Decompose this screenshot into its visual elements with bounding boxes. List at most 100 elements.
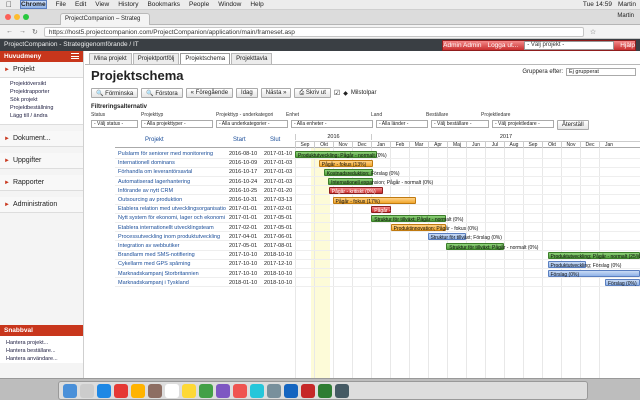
filter-projekttyp[interactable]: - Alla projekttyper - bbox=[141, 120, 213, 128]
notes-icon[interactable] bbox=[182, 384, 196, 398]
sidebar-item-projektrapporter[interactable]: Projektrapporter bbox=[0, 88, 83, 96]
safari-icon[interactable] bbox=[97, 384, 111, 398]
tab-projektportfolj[interactable]: Projektportfölj bbox=[132, 53, 180, 64]
print-button[interactable]: ⎙ Skriv ut bbox=[294, 88, 331, 98]
gantt-bar[interactable]: Struktur för tillväxt; Pågår - normalt (… bbox=[446, 242, 538, 251]
tab-projekttavla[interactable]: Projekttavla bbox=[231, 53, 273, 64]
table-row[interactable]: Integration av webbutiker 2017-05-01 2017-… bbox=[115, 242, 640, 251]
gantt-bar[interactable]: Produktutveckling; Förslag (0%) bbox=[547, 260, 621, 269]
clock[interactable]: Tue 14:59 bbox=[583, 1, 612, 8]
browser-user[interactable]: Martin bbox=[617, 13, 634, 19]
project-name[interactable]: Outsourcing av produktion bbox=[118, 197, 226, 203]
calendar-icon[interactable] bbox=[165, 384, 179, 398]
gantt-bar[interactable]: Pågår - normalt; Pågår - kritiskt (20%) bbox=[371, 205, 458, 214]
forward-icon[interactable]: → bbox=[19, 28, 26, 35]
settings-icon[interactable] bbox=[267, 384, 281, 398]
gantt-bar[interactable]: Förslag (0%) bbox=[547, 270, 640, 278]
help-link[interactable]: Hjälp bbox=[620, 42, 635, 49]
project-name[interactable]: Etablera internationellt utvecklingsteam bbox=[118, 225, 226, 231]
terminal-icon[interactable] bbox=[335, 384, 349, 398]
tab-mina-projekt[interactable]: Mina projekt bbox=[89, 53, 132, 64]
table-row[interactable]: Marknadskampanj i Tyskland 2018-01-10 2018… bbox=[115, 279, 640, 288]
filter-underkategori[interactable]: - Alla underkategorier - bbox=[216, 120, 288, 128]
shrink-button[interactable]: 🔍 Förminska bbox=[91, 88, 139, 98]
col-project[interactable]: Projekt bbox=[145, 137, 164, 143]
project-name[interactable]: Processutveckling inom produktutveckling bbox=[118, 234, 226, 240]
appstore-icon[interactable] bbox=[250, 384, 264, 398]
url-input[interactable]: https://host5.projectcompanion.com/Proje… bbox=[43, 26, 584, 37]
menu-people[interactable]: People bbox=[189, 1, 209, 8]
project-name[interactable]: Införande av nytt CRM bbox=[118, 188, 226, 194]
word-icon[interactable] bbox=[284, 384, 298, 398]
project-name[interactable]: Automatiserad lagerhantering bbox=[118, 179, 226, 185]
menu-chrome[interactable]: Chrome bbox=[20, 0, 47, 9]
milestones-checkbox[interactable]: ☑ bbox=[334, 89, 340, 97]
gantt-bar[interactable]: Internationell expansion; Pågår - normal… bbox=[328, 178, 433, 186]
gantt-bar[interactable]: Pågår - fokus (17%) bbox=[332, 196, 416, 205]
gantt-bar[interactable]: Kostnadsreduktion; Förslag (0%) bbox=[323, 168, 400, 177]
reload-icon[interactable]: ↻ bbox=[32, 28, 38, 36]
next-button[interactable]: Nästa » bbox=[260, 88, 292, 98]
user-name[interactable]: Martin bbox=[618, 1, 636, 8]
project-name[interactable]: Integration av webbutiker bbox=[118, 243, 226, 249]
photos-icon[interactable] bbox=[216, 384, 230, 398]
tab-projektschema[interactable]: Projektschema bbox=[180, 53, 231, 64]
gantt-bar[interactable]: Produktutveckling; Pågår - normalt (0%) bbox=[295, 150, 387, 159]
menu-view[interactable]: View bbox=[95, 1, 109, 8]
reset-button[interactable]: Återställ bbox=[557, 120, 589, 130]
sidebar-item-lagg-till[interactable]: Lägg till / ändra bbox=[0, 112, 83, 120]
project-name[interactable]: Etablera relation med utvecklingsorganis… bbox=[118, 206, 226, 212]
menu-history[interactable]: History bbox=[118, 1, 138, 8]
gantt-bar[interactable]: Pågår - kritiskt (0%) bbox=[328, 187, 384, 195]
project-name[interactable]: Cykellarm med GPS spårning bbox=[118, 261, 226, 267]
chrome-icon[interactable] bbox=[114, 384, 128, 398]
filter-enhet[interactable]: - Alla enheter - bbox=[291, 120, 373, 128]
table-row[interactable]: Internationell dominans 2016-10-09 2017-01… bbox=[115, 159, 640, 168]
sidebar-section-administration[interactable]: ► Administration bbox=[0, 197, 83, 213]
quick-item-anvandare[interactable]: Hantera användare... bbox=[0, 355, 83, 363]
sidebar-section-rapporter[interactable]: ► Rapporter bbox=[0, 175, 83, 191]
sidebar-item-projektbestallning[interactable]: Projektbeställning bbox=[0, 104, 83, 112]
music-icon[interactable] bbox=[233, 384, 247, 398]
star-icon[interactable]: ☆ bbox=[590, 28, 596, 36]
powerpoint-icon[interactable] bbox=[301, 384, 315, 398]
project-name[interactable]: Brandlarm med SMS-notifiering bbox=[118, 252, 226, 258]
browser-tab[interactable]: ProjectCompanion – Strateg bbox=[60, 13, 150, 25]
excel-icon[interactable] bbox=[318, 384, 332, 398]
gantt-bar[interactable]: Förslag (0%) bbox=[605, 279, 640, 287]
sidebar-item-projektoversikt[interactable]: Projektöversikt bbox=[0, 80, 83, 88]
project-name[interactable]: Marknadskampanj i Tyskland bbox=[118, 280, 226, 286]
filter-bestallare[interactable]: - Välj beställare - bbox=[431, 120, 489, 128]
gantt-bar[interactable]: Struktur för tillväxt; Förslag (0%) bbox=[427, 233, 502, 241]
menu-edit[interactable]: Edit bbox=[75, 1, 86, 8]
project-name[interactable]: Marknadskampanj Storbritannien bbox=[118, 271, 226, 277]
enlarge-button[interactable]: 🔍 Förstora bbox=[141, 88, 183, 98]
apple-icon[interactable]:  bbox=[6, 0, 12, 9]
project-name[interactable]: Internationell dominans bbox=[118, 160, 226, 166]
col-start[interactable]: Start bbox=[233, 137, 246, 143]
prev-button[interactable]: « Föregående bbox=[185, 88, 234, 98]
gantt-bar[interactable]: Produktinnovation; Pågår - fokus (0%) bbox=[390, 224, 478, 232]
menu-bookmarks[interactable]: Bookmarks bbox=[147, 1, 180, 8]
messages-icon[interactable] bbox=[199, 384, 213, 398]
finder-icon[interactable] bbox=[63, 384, 77, 398]
table-row[interactable]: Etablera internationellt utvecklingsteam… bbox=[115, 224, 640, 233]
contacts-icon[interactable] bbox=[148, 384, 162, 398]
zoom-window-icon[interactable] bbox=[23, 14, 29, 20]
sidebar-section-dokument[interactable]: ► Dokument... bbox=[0, 131, 83, 147]
filter-status[interactable]: - Välj status - bbox=[91, 120, 138, 128]
filter-land[interactable]: - Alla länder - bbox=[376, 120, 428, 128]
trash-icon[interactable] bbox=[352, 384, 366, 398]
today-button[interactable]: Idag bbox=[236, 88, 258, 98]
col-end[interactable]: Slut bbox=[270, 137, 280, 143]
gantt-bar[interactable]: Struktur för tillväxt; Pågår - normalt (… bbox=[371, 214, 463, 223]
close-window-icon[interactable] bbox=[5, 14, 11, 20]
logout-link[interactable]: Logga ut... bbox=[487, 42, 518, 49]
group-by-select[interactable]: Ej grupperat bbox=[566, 68, 636, 76]
gantt-bar[interactable]: Produktutveckling; Pågår - normalt (25%) bbox=[547, 251, 640, 260]
sidebar-section-uppgifter[interactable]: ► Uppgifter bbox=[0, 153, 83, 169]
table-row[interactable]: Processutveckling inom produktutveckling… bbox=[115, 233, 640, 242]
mail-icon[interactable] bbox=[131, 384, 145, 398]
menu-file[interactable]: File bbox=[56, 1, 66, 8]
back-icon[interactable]: ← bbox=[6, 28, 13, 35]
